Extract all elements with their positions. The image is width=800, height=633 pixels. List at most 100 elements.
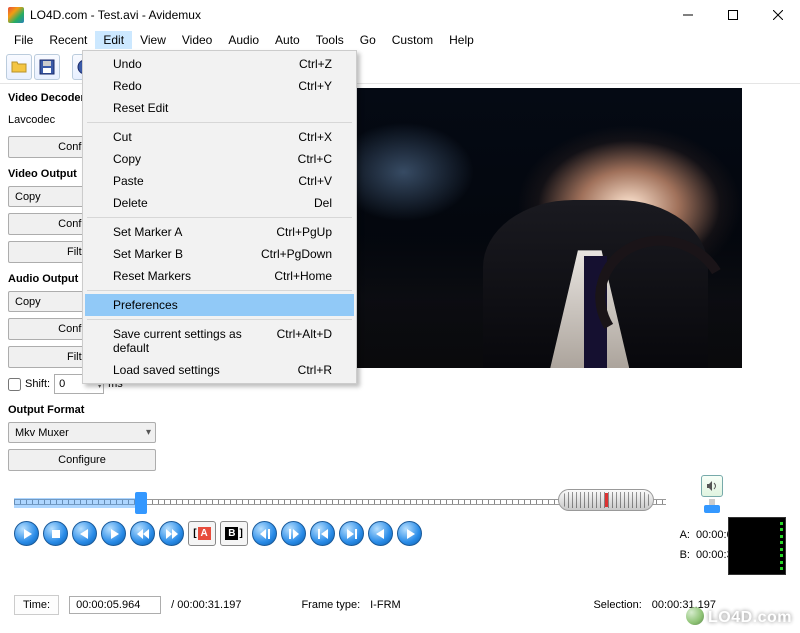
menu-file[interactable]: File — [6, 31, 41, 49]
prev-frame-icon — [78, 527, 92, 541]
menubar: File Recent Edit View Video Audio Auto T… — [0, 30, 800, 50]
next-black-icon — [403, 527, 417, 541]
menuitem-load-settings[interactable]: Load saved settingsCtrl+R — [85, 359, 354, 381]
time-total: / 00:00:31.197 — [171, 599, 241, 611]
titlebar: LO4D.com - Test.avi - Avidemux — [0, 0, 800, 30]
video-output-value: Copy — [15, 191, 41, 203]
forward-icon — [165, 527, 179, 541]
titlebar-left: LO4D.com - Test.avi - Avidemux — [8, 7, 201, 23]
stop-button[interactable] — [43, 521, 68, 546]
jog-center-marker — [605, 493, 608, 507]
audio-meter — [728, 517, 786, 575]
window-title: LO4D.com - Test.avi - Avidemux — [30, 8, 201, 22]
volume-thumb[interactable] — [704, 505, 720, 513]
next-black-frame-button[interactable] — [397, 521, 422, 546]
menuitem-save-defaults[interactable]: Save current settings as defaultCtrl+Alt… — [85, 323, 354, 359]
prev-cut-button[interactable] — [252, 521, 277, 546]
shift-value: 0 — [59, 378, 65, 390]
skip-back-icon — [258, 527, 272, 541]
frame-type-value: I-FRM — [370, 599, 401, 611]
menuitem-set-marker-b[interactable]: Set Marker BCtrl+PgDown — [85, 243, 354, 265]
menu-help[interactable]: Help — [441, 31, 482, 49]
play-icon — [20, 527, 34, 541]
next-frame-icon — [107, 527, 121, 541]
marker-b-label: B: — [674, 549, 690, 561]
menu-auto[interactable]: Auto — [267, 31, 308, 49]
volume-control — [694, 475, 730, 515]
jog-wheel[interactable] — [558, 489, 654, 511]
app-icon — [8, 7, 24, 23]
menu-separator — [87, 217, 352, 218]
speaker-button[interactable] — [701, 475, 723, 497]
save-button[interactable] — [34, 54, 60, 80]
menuitem-delete[interactable]: DeleteDel — [85, 192, 354, 214]
menuitem-preferences[interactable]: Preferences — [85, 294, 354, 316]
menu-audio[interactable]: Audio — [220, 31, 267, 49]
menu-separator — [87, 319, 352, 320]
globe-icon — [686, 607, 704, 625]
meter-bar-right — [780, 522, 783, 570]
skip-forward-icon — [287, 527, 301, 541]
set-marker-b-button[interactable]: B] — [220, 521, 248, 546]
menu-tools[interactable]: Tools — [308, 31, 352, 49]
output-format-value: Mkv Muxer — [15, 427, 69, 439]
stop-icon — [49, 527, 63, 541]
last-icon — [345, 527, 359, 541]
shift-checkbox[interactable] — [8, 378, 21, 391]
marker-a-label: A: — [674, 529, 690, 541]
seek-thumb[interactable] — [135, 492, 147, 514]
menu-video[interactable]: Video — [174, 31, 220, 49]
volume-slider[interactable] — [709, 499, 715, 511]
window-controls — [665, 0, 800, 30]
bottom-controls: [A B] A:00:00:00.000 B:00:00:31.197 Time… — [0, 483, 800, 633]
status-bar: Time: / 00:00:31.197 Frame type: I-FRM S… — [14, 595, 786, 615]
speaker-icon — [706, 480, 718, 492]
time-label: Time: — [14, 595, 59, 615]
edit-dropdown-menu: UndoCtrl+Z RedoCtrl+Y Reset Edit CutCtrl… — [82, 50, 357, 384]
seek-fill — [14, 498, 138, 508]
minimize-button[interactable] — [665, 0, 710, 30]
menu-view[interactable]: View — [132, 31, 174, 49]
rewind-icon — [136, 527, 150, 541]
menu-custom[interactable]: Custom — [384, 31, 441, 49]
menuitem-redo[interactable]: RedoCtrl+Y — [85, 75, 354, 97]
next-frame-button[interactable] — [101, 521, 126, 546]
time-input[interactable] — [69, 596, 161, 614]
last-frame-button[interactable] — [339, 521, 364, 546]
prev-keyframe-button[interactable] — [130, 521, 155, 546]
play-button[interactable] — [14, 521, 39, 546]
first-frame-button[interactable] — [310, 521, 335, 546]
menu-edit[interactable]: Edit — [95, 31, 132, 49]
menuitem-undo[interactable]: UndoCtrl+Z — [85, 53, 354, 75]
watermark: LO4D.com — [686, 607, 792, 627]
menu-go[interactable]: Go — [352, 31, 384, 49]
maximize-icon — [728, 10, 738, 20]
close-button[interactable] — [755, 0, 800, 30]
menuitem-reset-edit[interactable]: Reset Edit — [85, 97, 354, 119]
floppy-icon — [38, 58, 56, 76]
prev-black-frame-button[interactable] — [368, 521, 393, 546]
menuitem-copy[interactable]: CopyCtrl+C — [85, 148, 354, 170]
minimize-icon — [683, 10, 693, 20]
menuitem-paste[interactable]: PasteCtrl+V — [85, 170, 354, 192]
output-format-label: Output Format — [8, 404, 162, 416]
next-keyframe-button[interactable] — [159, 521, 184, 546]
selection-label: Selection: — [593, 599, 641, 611]
prev-frame-button[interactable] — [72, 521, 97, 546]
maximize-button[interactable] — [710, 0, 755, 30]
prev-black-icon — [374, 527, 388, 541]
first-icon — [316, 527, 330, 541]
next-cut-button[interactable] — [281, 521, 306, 546]
menu-recent[interactable]: Recent — [41, 31, 95, 49]
shift-label: Shift: — [25, 378, 50, 390]
close-icon — [773, 10, 783, 20]
open-button[interactable] — [6, 54, 32, 80]
folder-open-icon — [10, 58, 28, 76]
seekbar-row — [14, 489, 786, 515]
set-marker-a-button[interactable]: [A — [188, 521, 216, 546]
menuitem-reset-markers[interactable]: Reset MarkersCtrl+Home — [85, 265, 354, 287]
output-format-combo[interactable]: Mkv Muxer — [8, 422, 156, 443]
output-format-configure-button[interactable]: Configure — [8, 449, 156, 471]
menuitem-cut[interactable]: CutCtrl+X — [85, 126, 354, 148]
menuitem-set-marker-a[interactable]: Set Marker ACtrl+PgUp — [85, 221, 354, 243]
